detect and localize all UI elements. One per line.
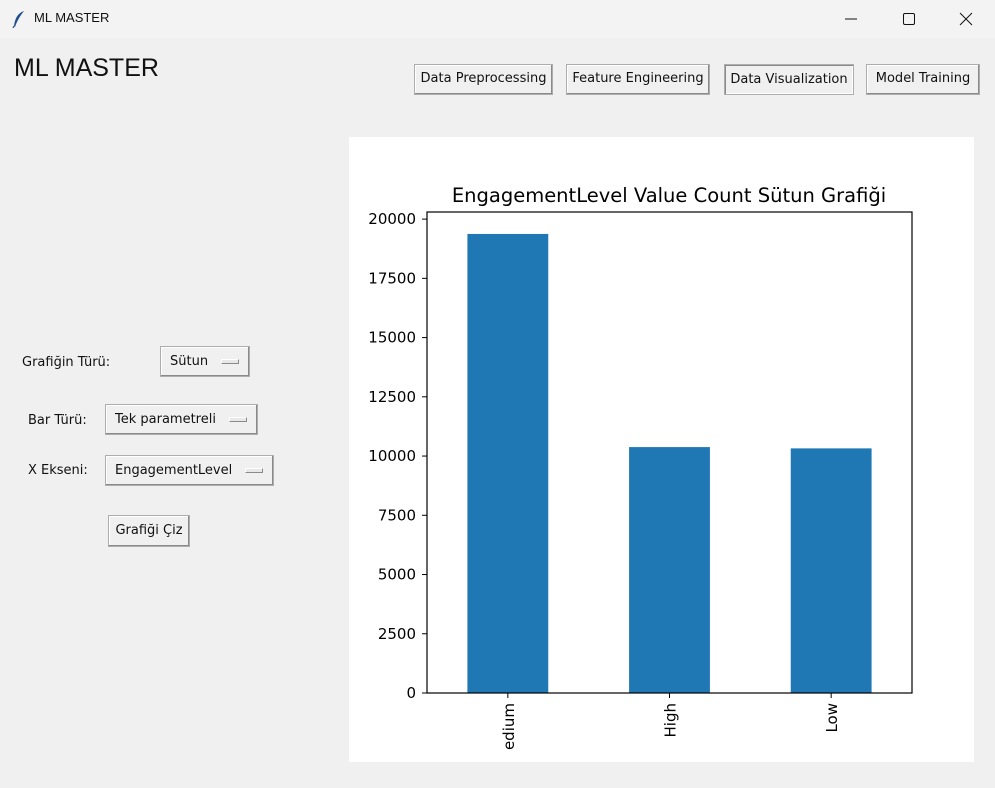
- chart-type-dropdown[interactable]: Sütun: [160, 346, 250, 377]
- y-tick-label: 0: [406, 684, 416, 702]
- feather-icon: [12, 11, 24, 28]
- window-title: ML MASTER: [34, 10, 110, 25]
- y-tick-label: 15000: [368, 329, 416, 347]
- bar-high: [629, 447, 710, 693]
- chart-type-value: Sütun: [170, 354, 209, 369]
- x-tick-label: High: [662, 703, 680, 737]
- bar-low: [790, 448, 872, 693]
- dropdown-indicator-icon: [229, 417, 247, 422]
- x-axis-dropdown[interactable]: EngagementLevel: [105, 455, 274, 486]
- y-tick-label: 2500: [378, 625, 416, 643]
- y-tick-label: 7500: [378, 506, 416, 524]
- x-axis-value: EngagementLevel: [115, 463, 233, 478]
- data-preprocessing-button[interactable]: Data Preprocessing: [414, 64, 553, 95]
- x-tick-label: Low: [823, 703, 841, 733]
- close-button[interactable]: [937, 0, 995, 38]
- bar-medium: [467, 233, 549, 693]
- feature-engineering-button[interactable]: Feature Engineering: [566, 64, 710, 95]
- model-training-button[interactable]: Model Training: [866, 64, 980, 95]
- app-heading: ML MASTER: [14, 54, 159, 82]
- chart-canvas: EngagementLevel Value Count Sütun Grafiğ…: [349, 137, 974, 762]
- bar-type-value: Tek parametreli: [115, 412, 216, 427]
- chart-type-label: Grafiğin Türü:: [22, 355, 111, 370]
- y-tick-label: 20000: [368, 210, 416, 228]
- minimize-icon: [845, 18, 857, 20]
- close-icon: [959, 12, 973, 26]
- x-axis-label: X Ekseni:: [28, 463, 88, 478]
- y-tick-label: 10000: [368, 447, 416, 465]
- maximize-button[interactable]: [880, 0, 938, 38]
- dropdown-indicator-icon: [221, 359, 239, 364]
- chart-title: EngagementLevel Value Count Sütun Grafiğ…: [452, 184, 886, 207]
- draw-chart-button[interactable]: Grafiği Çiz: [108, 515, 190, 547]
- dropdown-indicator-icon: [245, 468, 263, 473]
- bar-chart: EngagementLevel Value Count Sütun Grafiğ…: [368, 184, 913, 750]
- y-tick-label: 17500: [368, 269, 416, 287]
- bar-type-dropdown[interactable]: Tek parametreli: [105, 404, 258, 435]
- title-bar: ML MASTER: [0, 0, 995, 38]
- x-tick-label: edium: [500, 703, 518, 750]
- y-tick-label: 5000: [378, 566, 416, 584]
- minimize-button[interactable]: [822, 0, 880, 38]
- y-tick-label: 12500: [368, 388, 416, 406]
- bar-type-label: Bar Türü:: [28, 413, 87, 428]
- data-visualization-button[interactable]: Data Visualization: [724, 64, 854, 95]
- maximize-icon: [903, 13, 915, 25]
